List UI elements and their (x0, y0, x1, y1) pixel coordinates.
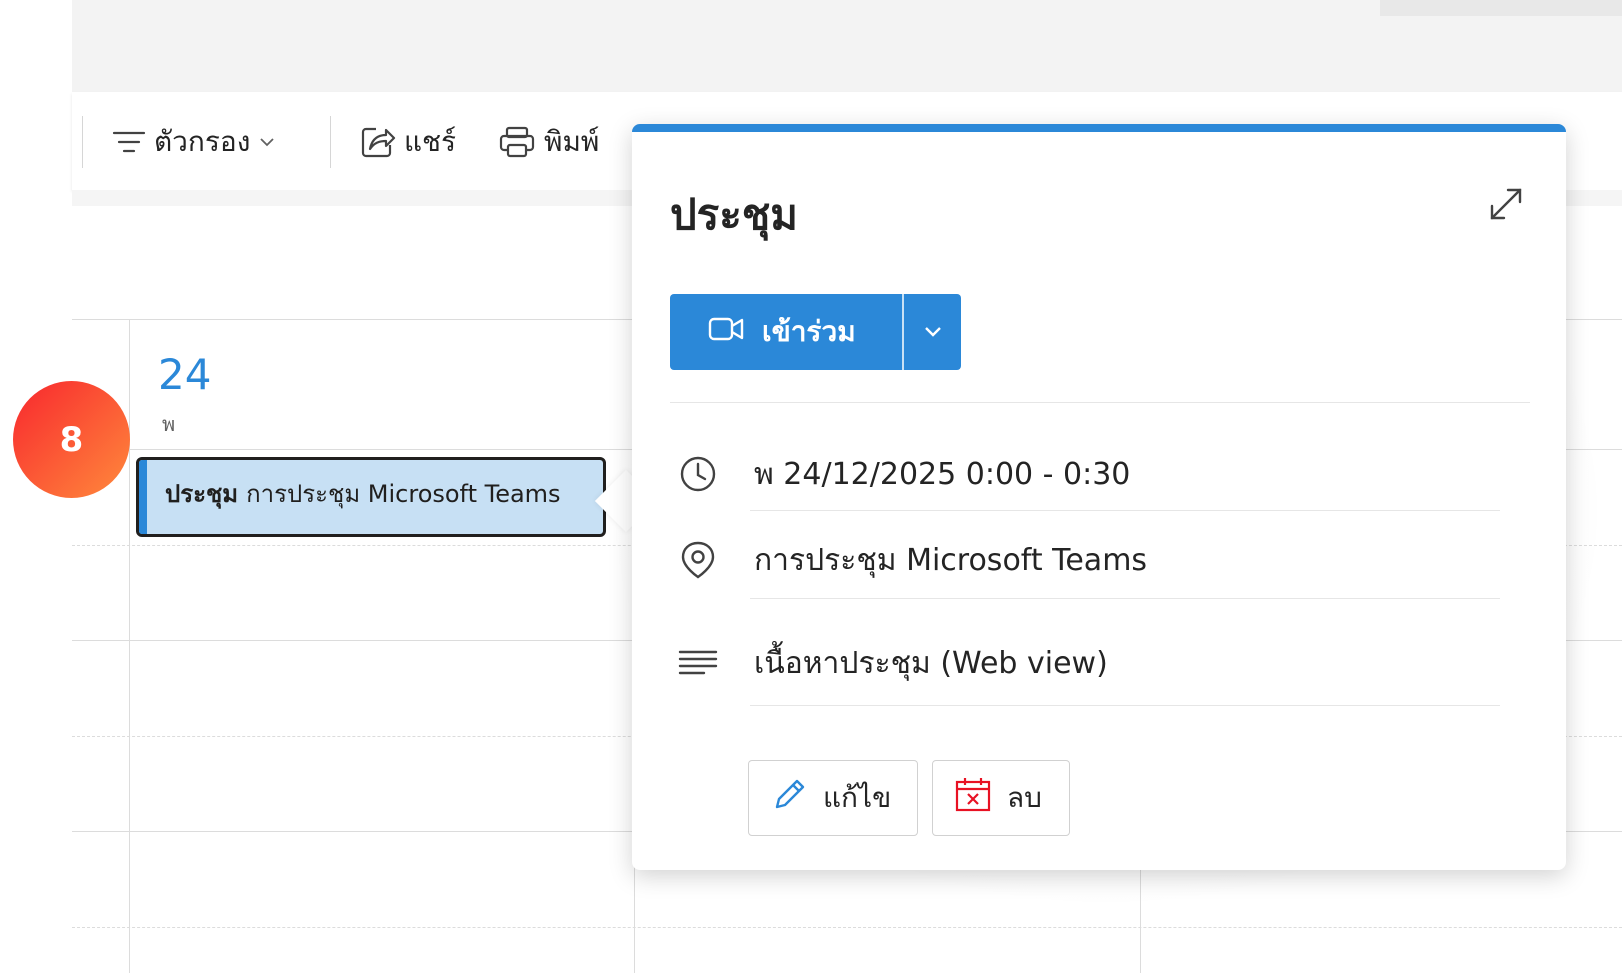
event-text: ประชุม การประชุม Microsoft Teams (147, 460, 561, 513)
left-blank (0, 0, 72, 92)
filter-button[interactable]: ตัวกรอง (112, 120, 276, 164)
delete-button[interactable]: ลบ (932, 760, 1070, 836)
top-bar-corner (1380, 0, 1622, 16)
video-camera-icon (708, 316, 746, 349)
location-pin-icon (678, 540, 718, 580)
expand-icon[interactable] (1486, 184, 1526, 228)
event-location-detail: การประชุม Microsoft Teams (754, 542, 1148, 578)
calendar-event[interactable]: ประชุม การประชุม Microsoft Teams (136, 457, 606, 537)
event-color-bar (139, 460, 147, 534)
location-row: การประชุม Microsoft Teams (678, 535, 1147, 585)
divider (670, 402, 1530, 403)
print-button[interactable]: พิมพ์ (498, 120, 599, 164)
divider (750, 598, 1500, 599)
join-main-button[interactable]: เข้าร่วม (670, 294, 902, 370)
toolbar-separator (330, 116, 331, 168)
step-number-badge: 8 (13, 381, 130, 498)
print-icon (498, 125, 536, 159)
event-datetime: พ 24/12/2025 0:00 - 0:30 (754, 456, 1131, 492)
event-location: การประชุม Microsoft Teams (246, 480, 561, 508)
popup-title: ประชุม (670, 190, 798, 239)
filter-label: ตัวกรอง (154, 125, 251, 158)
day-number[interactable]: 24 (158, 352, 211, 398)
clock-icon (678, 454, 718, 494)
text-lines-icon (678, 643, 718, 683)
edit-button[interactable]: แก้ไข (748, 760, 918, 836)
join-label: เข้าร่วม (762, 315, 856, 348)
content-row[interactable]: เนื้อหาประชุม (Web view) (678, 638, 1108, 688)
share-label: แชร์ (404, 125, 457, 158)
divider (750, 705, 1500, 706)
calendar-delete-icon (953, 775, 993, 822)
share-button[interactable]: แชร์ (360, 120, 456, 164)
filter-icon (112, 128, 146, 156)
datetime-row: พ 24/12/2025 0:00 - 0:30 (678, 449, 1130, 499)
toolbar-separator (82, 116, 83, 168)
grid-column-line (129, 319, 130, 973)
delete-label: ลบ (1007, 781, 1042, 814)
event-details-popup: ประชุม เข้าร่วม พ 24/12/2025 0:00 - 0:30… (632, 124, 1566, 870)
join-button[interactable]: เข้าร่วม (670, 294, 961, 370)
share-icon (360, 125, 396, 159)
chevron-down-icon (258, 136, 276, 148)
grid-dash-line (72, 927, 1622, 928)
join-options-dropdown[interactable] (904, 325, 961, 339)
chevron-down-icon (924, 327, 941, 337)
edit-label: แก้ไข (823, 781, 892, 814)
divider (750, 510, 1500, 511)
event-content-link[interactable]: เนื้อหาประชุม (Web view) (754, 640, 1108, 687)
event-title: ประชุม (165, 480, 239, 508)
pencil-icon (769, 775, 809, 822)
day-abbreviation: พ (162, 412, 176, 436)
